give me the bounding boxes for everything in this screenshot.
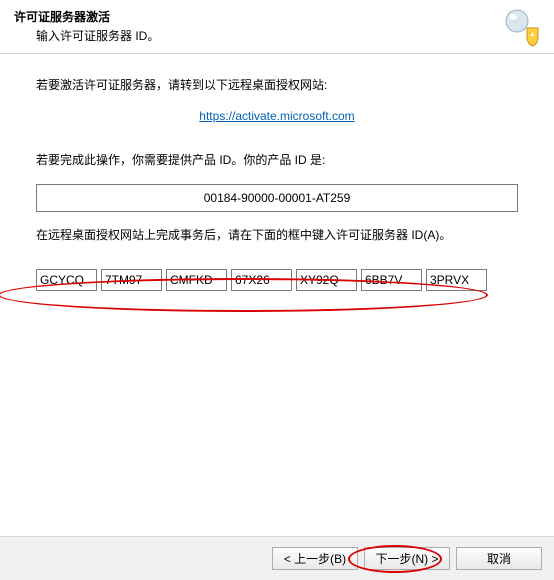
product-id-value: 00184-90000-00001-AT259 bbox=[204, 191, 351, 205]
wizard-footer: < 上一步(B) 下一步(N) > 取消 bbox=[0, 536, 554, 580]
server-id-fields bbox=[36, 269, 518, 291]
page-subtitle: 输入许可证服务器 ID。 bbox=[36, 27, 542, 44]
page-title: 许可证服务器激活 bbox=[14, 8, 542, 25]
license-shield-icon bbox=[500, 6, 542, 48]
wizard-content: 若要激活许可证服务器，请转到以下远程桌面授权网站: https://activa… bbox=[0, 54, 554, 291]
server-id-prompt: 在远程桌面授权网站上完成事务后，请在下面的框中键入许可证服务器 ID(A)。 bbox=[36, 226, 518, 243]
activation-link[interactable]: https://activate.microsoft.com bbox=[199, 109, 354, 123]
activate-prompt: 若要激活许可证服务器，请转到以下远程桌面授权网站: bbox=[36, 76, 518, 93]
next-button[interactable]: 下一步(N) > bbox=[364, 547, 450, 570]
server-id-input-3[interactable] bbox=[166, 269, 227, 291]
server-id-input-6[interactable] bbox=[361, 269, 422, 291]
server-id-input-2[interactable] bbox=[101, 269, 162, 291]
product-id-box: 00184-90000-00001-AT259 bbox=[36, 184, 518, 212]
product-id-prompt: 若要完成此操作，你需要提供产品 ID。你的产品 ID 是: bbox=[36, 151, 518, 168]
server-id-input-7[interactable] bbox=[426, 269, 487, 291]
back-button[interactable]: < 上一步(B) bbox=[272, 547, 358, 570]
cancel-button[interactable]: 取消 bbox=[456, 547, 542, 570]
server-id-input-4[interactable] bbox=[231, 269, 292, 291]
server-id-input-1[interactable] bbox=[36, 269, 97, 291]
server-id-input-5[interactable] bbox=[296, 269, 357, 291]
wizard-header: 许可证服务器激活 输入许可证服务器 ID。 bbox=[0, 0, 554, 54]
